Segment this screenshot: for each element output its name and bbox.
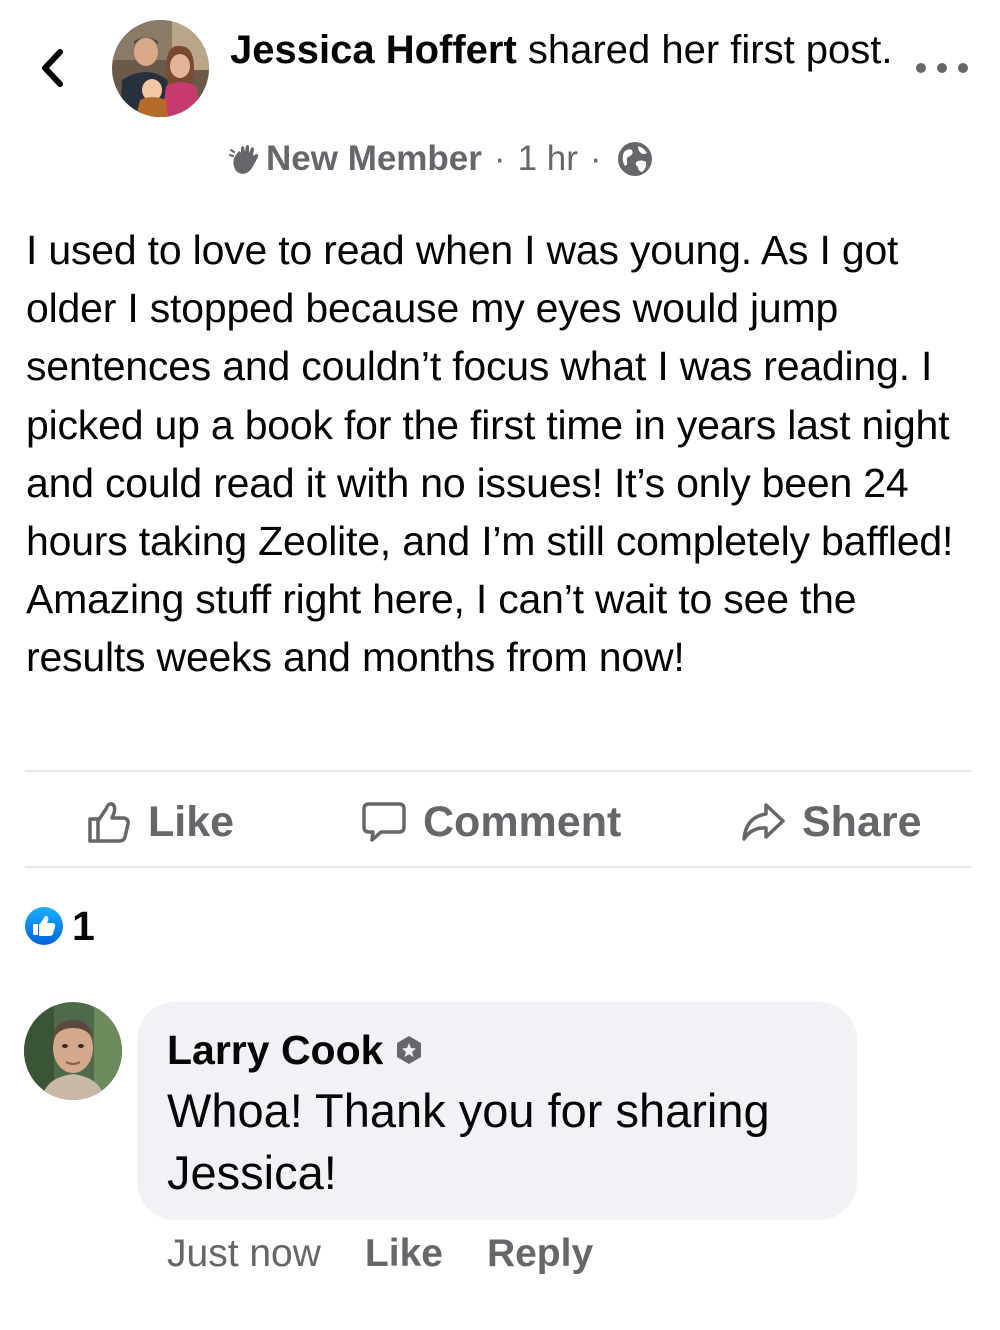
like-label: Like (148, 797, 235, 846)
post-meta: New Member · 1 hr · (228, 136, 654, 182)
share-arrow-icon (742, 803, 785, 841)
post-time[interactable]: 1 hr (518, 139, 578, 179)
share-label: Share (802, 797, 922, 846)
more-dot-icon (937, 63, 947, 73)
comment-timestamp: Just now (167, 1232, 321, 1275)
author-name[interactable]: Jessica Hoffert (230, 28, 517, 72)
comment-actions: Just now Like Reply (167, 1226, 637, 1282)
share-button[interactable]: Share (740, 792, 922, 852)
meta-separator: · (493, 139, 506, 178)
back-button[interactable] (30, 42, 74, 94)
comment-text: Whoa! Thank you for sharing Jessica! (167, 1084, 770, 1199)
commenter-name-row: Larry Cook (167, 1024, 423, 1076)
new-member-badge[interactable]: New Member (266, 139, 482, 179)
header-suffix: shared her first post. (516, 28, 893, 72)
reaction-count: 1 (72, 902, 95, 949)
comment-like-button[interactable]: Like (365, 1232, 443, 1276)
more-options-button[interactable] (912, 48, 972, 88)
meta-separator: · (589, 139, 602, 178)
comment-label: Comment (423, 797, 622, 846)
comment-bubble-icon (362, 802, 406, 842)
thumbs-up-icon (88, 802, 130, 843)
like-reaction-icon (24, 906, 64, 946)
more-dot-icon (916, 63, 926, 73)
waving-hand-icon (228, 142, 262, 176)
globe-icon[interactable] (616, 140, 654, 178)
comment-button[interactable]: Comment (361, 792, 621, 852)
top-contributor-badge-icon[interactable] (395, 1035, 423, 1065)
action-bar-divider-bottom (25, 866, 971, 868)
like-button[interactable]: Like (86, 792, 234, 852)
more-dot-icon (958, 63, 968, 73)
comment-reply-button[interactable]: Reply (487, 1232, 593, 1276)
action-bar-divider-top (25, 770, 971, 772)
author-avatar[interactable] (112, 20, 209, 117)
post-body-text: I used to love to read when I was young.… (26, 227, 954, 681)
chevron-left-icon (42, 49, 63, 87)
reactions-summary[interactable]: 1 (24, 900, 95, 952)
commenter-avatar[interactable] (24, 1002, 122, 1100)
commenter-name[interactable]: Larry Cook (167, 1027, 383, 1074)
post-header: Jessica Hoffert shared her first post. (230, 22, 900, 78)
